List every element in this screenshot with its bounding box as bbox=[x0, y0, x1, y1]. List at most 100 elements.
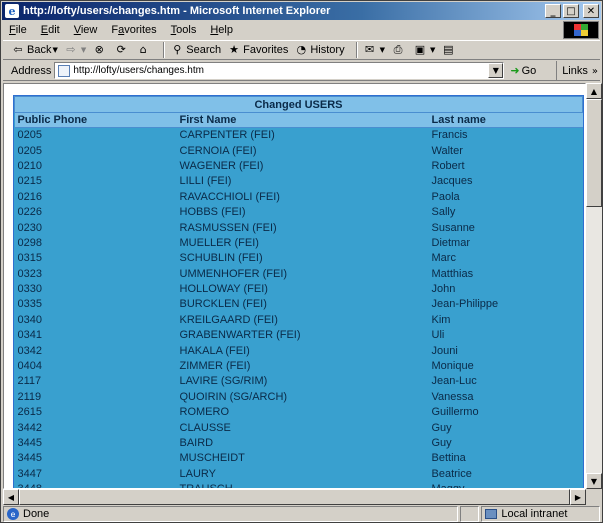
links-button[interactable]: Links » bbox=[556, 61, 598, 81]
first-name-cell: KREILGAARD (FEI) bbox=[179, 313, 278, 326]
history-label: History bbox=[310, 44, 345, 56]
forward-dropdown-icon[interactable]: ▼ bbox=[81, 46, 86, 54]
first-name-cell: LAURY bbox=[179, 467, 216, 480]
table-row: 0340 KREILGAARD (FEI) Kim bbox=[15, 312, 583, 327]
home-button[interactable]: ⌂ bbox=[136, 43, 152, 57]
public-phone-cell: 3445 bbox=[17, 437, 42, 449]
favorites-star-icon: ★ bbox=[229, 43, 240, 56]
last-name-cell: Beatrice bbox=[431, 467, 472, 480]
last-name-cell: Monique bbox=[431, 360, 474, 373]
first-name-cell: CERNOIA (FEI) bbox=[179, 144, 257, 157]
public-phone-cell: 0216 bbox=[17, 190, 42, 203]
vertical-scroll-thumb[interactable] bbox=[586, 99, 602, 207]
first-name-cell: MUSCHEIDT bbox=[179, 452, 245, 465]
menu-tools[interactable]: Tools bbox=[171, 24, 197, 36]
back-arrow-icon: ⇦ bbox=[13, 43, 23, 56]
first-name-cell: HAKALA (FEI) bbox=[179, 344, 250, 357]
first-name-cell: LILLI (FEI) bbox=[179, 175, 232, 188]
edit-icon: ▣ bbox=[414, 43, 426, 56]
mail-button[interactable]: ✉ ▼ bbox=[363, 43, 385, 57]
discuss-button[interactable]: ▤ bbox=[441, 43, 457, 57]
last-name-cell: Guy bbox=[431, 437, 452, 449]
scrollbar-corner bbox=[586, 489, 602, 505]
public-phone-cell: 2119 bbox=[17, 390, 42, 403]
edit-button[interactable]: ▣ ▼ bbox=[413, 43, 436, 57]
public-phone-cell: 3445 bbox=[17, 452, 42, 465]
scroll-left-icon[interactable]: ◀ bbox=[3, 489, 19, 505]
favorites-button[interactable]: ★ Favorites bbox=[227, 43, 288, 57]
home-icon: ⌂ bbox=[139, 43, 147, 56]
address-url[interactable]: http://lofty/users/changes.htm bbox=[73, 65, 204, 76]
table-row: 0215 LILLI (FEI) Jacques bbox=[15, 174, 583, 189]
first-name-cell: CARPENTER (FEI) bbox=[179, 129, 275, 142]
windows-logo-throbber bbox=[563, 21, 599, 39]
history-button[interactable]: ◔ History bbox=[294, 43, 345, 57]
public-phone-cell: 0215 bbox=[17, 175, 42, 188]
status-text: Done bbox=[23, 508, 50, 520]
title-bar[interactable]: e http://lofty/users/changes.htm - Micro… bbox=[2, 2, 601, 20]
last-name-cell: Uli bbox=[431, 329, 445, 342]
document-icon: ▤ bbox=[443, 43, 454, 56]
first-name-cell: QUOIRIN (SG/ARCH) bbox=[179, 390, 288, 403]
status-bar: e Done Local intranet bbox=[3, 506, 600, 522]
scroll-right-icon[interactable]: ▶ bbox=[570, 489, 586, 505]
print-button[interactable]: ⎙ bbox=[391, 43, 407, 57]
menu-edit[interactable]: Edit bbox=[41, 24, 60, 36]
close-button[interactable]: ✕ bbox=[583, 4, 599, 18]
last-name-cell: Jacques bbox=[431, 175, 473, 188]
refresh-icon: ⟳ bbox=[116, 43, 126, 56]
toolbar-separator bbox=[163, 42, 166, 58]
search-label: Search bbox=[186, 44, 222, 56]
last-name-cell: Guy bbox=[431, 421, 452, 434]
edit-dropdown-icon[interactable]: ▼ bbox=[430, 46, 435, 54]
menu-favorites[interactable]: Favorites bbox=[111, 24, 156, 36]
address-label: Address bbox=[11, 64, 52, 77]
first-name-cell: GRABENWARTER (FEI) bbox=[179, 329, 301, 342]
menu-view[interactable]: View bbox=[74, 24, 98, 36]
last-name-cell: Sally bbox=[431, 206, 456, 219]
maximize-button[interactable]: □ bbox=[563, 4, 579, 18]
search-button[interactable]: ⚲ Search bbox=[170, 43, 221, 57]
horizontal-scroll-thumb[interactable] bbox=[19, 489, 570, 505]
table-row: 0323 UMMENHOFER (FEI) Matthias bbox=[15, 266, 583, 281]
security-zone: Local intranet bbox=[481, 506, 600, 522]
status-main: e Done bbox=[3, 506, 458, 522]
address-bar: Address http://lofty/users/changes.htm ▼… bbox=[3, 61, 600, 81]
public-phone-cell: 0323 bbox=[17, 267, 42, 280]
address-input[interactable]: http://lofty/users/changes.htm ▼ bbox=[54, 62, 505, 79]
stop-button[interactable]: ⊗ bbox=[92, 43, 108, 57]
last-name-cell: Francis bbox=[431, 129, 468, 142]
refresh-button[interactable]: ⟳ bbox=[114, 43, 130, 57]
horizontal-scrollbar[interactable]: ◀ ▶ bbox=[3, 489, 586, 505]
back-dropdown-icon[interactable]: ▼ bbox=[52, 46, 57, 54]
window-title: http://lofty/users/changes.htm - Microso… bbox=[23, 5, 331, 17]
zone-label: Local intranet bbox=[501, 508, 568, 520]
table-row: 0298 MUELLER (FEI) Dietmar bbox=[15, 235, 583, 250]
minimize-button[interactable]: _ bbox=[545, 4, 561, 18]
last-name-cell: Kim bbox=[431, 313, 451, 326]
menu-file[interactable]: File bbox=[9, 24, 27, 36]
scroll-up-icon[interactable]: ▲ bbox=[586, 83, 602, 99]
public-phone-cell: 0330 bbox=[17, 283, 42, 296]
menu-help[interactable]: Help bbox=[210, 24, 233, 36]
last-name-cell: Guillermo bbox=[431, 406, 479, 419]
table-row: 0330 HOLLOWAY (FEI) John bbox=[15, 281, 583, 296]
first-name-cell: SCHUBLIN (FEI) bbox=[179, 252, 263, 265]
table-row: 0210 WAGENER (FEI) Robert bbox=[15, 158, 583, 173]
go-button[interactable]: ➜ Go bbox=[510, 64, 536, 77]
last-name-cell: Walter bbox=[431, 144, 463, 157]
public-phone-cell: 3442 bbox=[17, 421, 42, 434]
last-name-cell: Matthias bbox=[431, 267, 474, 280]
table-row: 0315 SCHUBLIN (FEI) Marc bbox=[15, 251, 583, 266]
last-name-cell: Robert bbox=[431, 159, 465, 172]
public-phone-cell: 0205 bbox=[17, 144, 42, 157]
back-button[interactable]: ⇦ Back ▼ bbox=[11, 43, 57, 57]
address-dropdown-icon[interactable]: ▼ bbox=[488, 63, 504, 78]
first-name-cell: HOLLOWAY (FEI) bbox=[179, 283, 268, 296]
mail-dropdown-icon[interactable]: ▼ bbox=[380, 46, 385, 54]
public-phone-cell: 0298 bbox=[17, 236, 42, 249]
vertical-scrollbar[interactable]: ▲ ▼ bbox=[586, 83, 602, 489]
scroll-down-icon[interactable]: ▼ bbox=[586, 473, 602, 489]
forward-button[interactable]: ⇨ ▼ bbox=[64, 43, 86, 57]
first-name-cell: MUELLER (FEI) bbox=[179, 236, 259, 249]
